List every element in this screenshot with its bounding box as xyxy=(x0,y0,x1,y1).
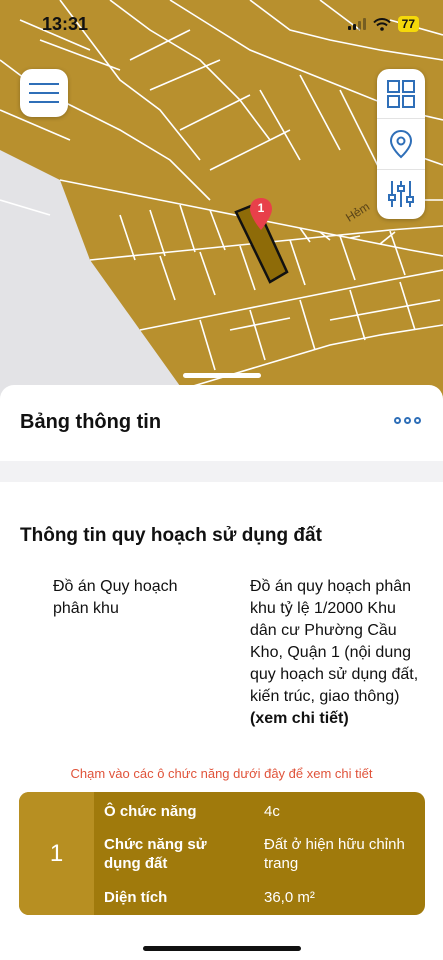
hint-text: Chạm vào các ô chức năng dưới đây để xem… xyxy=(70,766,373,781)
plan-label: Đồ án Quy hoạch phân khu xyxy=(53,578,178,617)
status-bar: 13:31 77 xyxy=(0,0,443,44)
map-marker-number: 1 xyxy=(257,201,265,215)
filter-button[interactable] xyxy=(377,170,425,219)
plan-description: Đồ án quy hoạch phân khu tỷ lệ 1/2000 Kh… xyxy=(250,578,419,705)
sheet-drag-handle[interactable] xyxy=(183,373,261,378)
layers-button[interactable] xyxy=(377,69,425,120)
plan-value: Đồ án quy hoạch phân khu tỷ lệ 1/2000 Kh… xyxy=(250,576,425,730)
sheet-title: Bảng thông tin xyxy=(20,411,162,433)
land-use-title: Thông tin quy hoạch sử dụng đất xyxy=(20,525,322,546)
row-value: 36,0 m² xyxy=(264,889,315,906)
row-value: Đất ở hiện hữu chỉnh trang xyxy=(264,836,405,872)
home-indicator xyxy=(143,946,301,951)
row-label: Diện tích xyxy=(104,889,168,906)
sliders-icon xyxy=(388,181,414,208)
info-sheet: Bảng thông tin Thông tin quy hoạch sử dụ… xyxy=(0,385,443,960)
wifi-icon xyxy=(372,17,391,31)
locate-button[interactable] xyxy=(377,119,425,170)
row-value: 4c xyxy=(264,803,280,820)
row-label: Chức năng sử dụng đất xyxy=(104,836,207,872)
location-pin-icon xyxy=(389,129,413,159)
map-tools xyxy=(377,69,425,219)
more-icon[interactable] xyxy=(394,417,421,424)
menu-button[interactable] xyxy=(20,69,68,117)
battery-indicator: 77 xyxy=(397,16,419,32)
divider xyxy=(0,461,443,482)
card-index: 1 xyxy=(19,792,94,915)
grid-icon xyxy=(387,79,415,108)
function-card[interactable]: 1 Ô chức năng 4c Chức năng sử dụng đất Đ… xyxy=(19,792,425,915)
signal-icon xyxy=(347,18,366,30)
plan-detail-link[interactable]: (xem chi tiết) xyxy=(250,710,349,727)
menu-icon xyxy=(29,83,59,103)
status-time: 13:31 xyxy=(42,14,89,34)
row-label: Ô chức năng xyxy=(104,803,197,820)
